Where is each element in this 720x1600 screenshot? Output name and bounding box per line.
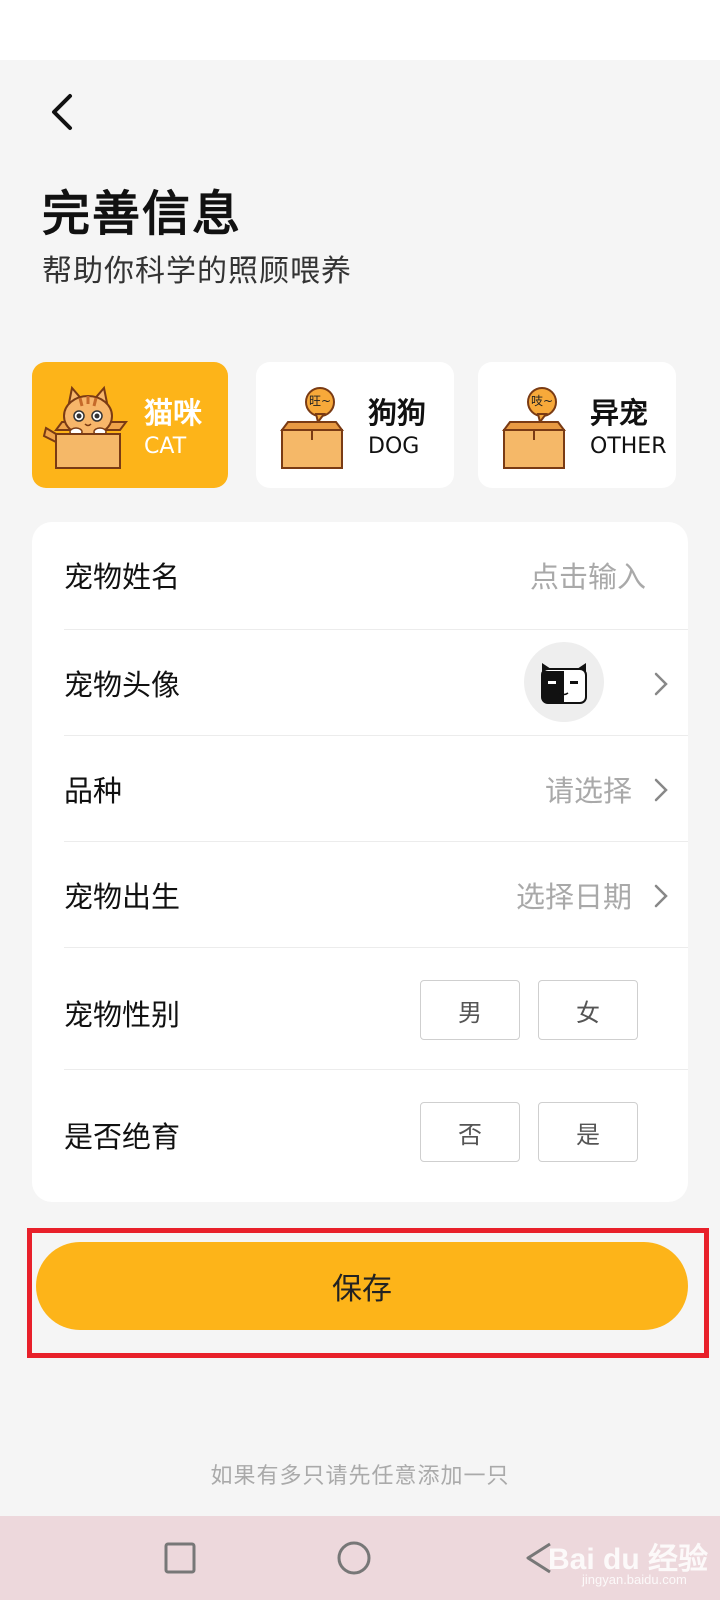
- birth-date-select[interactable]: 选择日期: [516, 874, 632, 916]
- pet-type-label-en: OTHER: [590, 434, 667, 459]
- back-button[interactable]: [38, 88, 86, 136]
- status-bar: [0, 0, 720, 60]
- form-row-name[interactable]: 宠物姓名 点击输入: [64, 522, 688, 630]
- chevron-left-icon: [52, 94, 72, 130]
- pet-type-label: 异宠: [590, 396, 649, 430]
- save-button[interactable]: 保存: [36, 1242, 688, 1330]
- gender-female-button[interactable]: 女: [538, 980, 638, 1040]
- avatar-label: 宠物头像: [64, 668, 181, 702]
- watermark-subtext: jingyan.baidu.com: [582, 1572, 687, 1587]
- chevron-right-icon: [654, 672, 668, 696]
- pet-type-label-en: CAT: [144, 434, 187, 459]
- form-row-birth[interactable]: 宠物出生 选择日期: [64, 842, 688, 948]
- pet-info-form: 宠物姓名 点击输入 宠物头像 品种 请选择 宠物出生 选择日期 宠物性别 男 女…: [32, 522, 688, 1202]
- name-label: 宠物姓名: [64, 560, 181, 594]
- form-row-breed[interactable]: 品种 请选择: [64, 736, 688, 842]
- neutered-label: 是否绝育: [64, 1120, 181, 1154]
- hint-text: 如果有多只请先任意添加一只: [210, 1464, 510, 1489]
- birth-label: 宠物出生: [64, 880, 181, 914]
- chevron-right-icon: [654, 884, 668, 908]
- avatar[interactable]: [524, 642, 604, 722]
- pet-type-other[interactable]: 吱~ 异宠 OTHER: [478, 362, 676, 488]
- form-row-gender: 宠物性别 男 女: [64, 948, 688, 1070]
- name-input[interactable]: 点击输入: [530, 554, 646, 596]
- form-row-neutered: 是否绝育 否 是: [64, 1070, 688, 1192]
- square-icon[interactable]: [158, 1536, 202, 1580]
- gender-label: 宠物性别: [64, 998, 181, 1032]
- cat-in-box-icon: [42, 385, 128, 469]
- circle-icon[interactable]: [332, 1536, 376, 1580]
- cat-face-icon: [541, 663, 587, 704]
- page-subtitle: 帮助你科学的照顾喂养: [42, 254, 352, 289]
- neutered-no-button[interactable]: 否: [420, 1102, 520, 1162]
- baidu-watermark: Bai du 经验 jingyan.baidu.com: [548, 1520, 718, 1592]
- pet-type-cat[interactable]: 猫咪 CAT: [32, 362, 228, 488]
- page-title: 完善信息: [42, 186, 243, 242]
- bubble-text: 旺~: [308, 394, 332, 408]
- breed-select[interactable]: 请选择: [545, 768, 632, 810]
- neutered-yes-button[interactable]: 是: [538, 1102, 638, 1162]
- pet-type-label: 猫咪: [144, 396, 203, 430]
- bubble-text: 吱~: [530, 394, 554, 408]
- pet-type-dog[interactable]: 旺~ 狗狗 DOG: [256, 362, 454, 488]
- breed-label: 品种: [64, 774, 123, 808]
- form-row-avatar[interactable]: 宠物头像: [64, 630, 688, 736]
- pet-type-label-en: DOG: [368, 434, 420, 459]
- chevron-right-icon: [654, 778, 668, 802]
- gender-male-button[interactable]: 男: [420, 980, 520, 1040]
- pet-type-label: 狗狗: [368, 396, 427, 430]
